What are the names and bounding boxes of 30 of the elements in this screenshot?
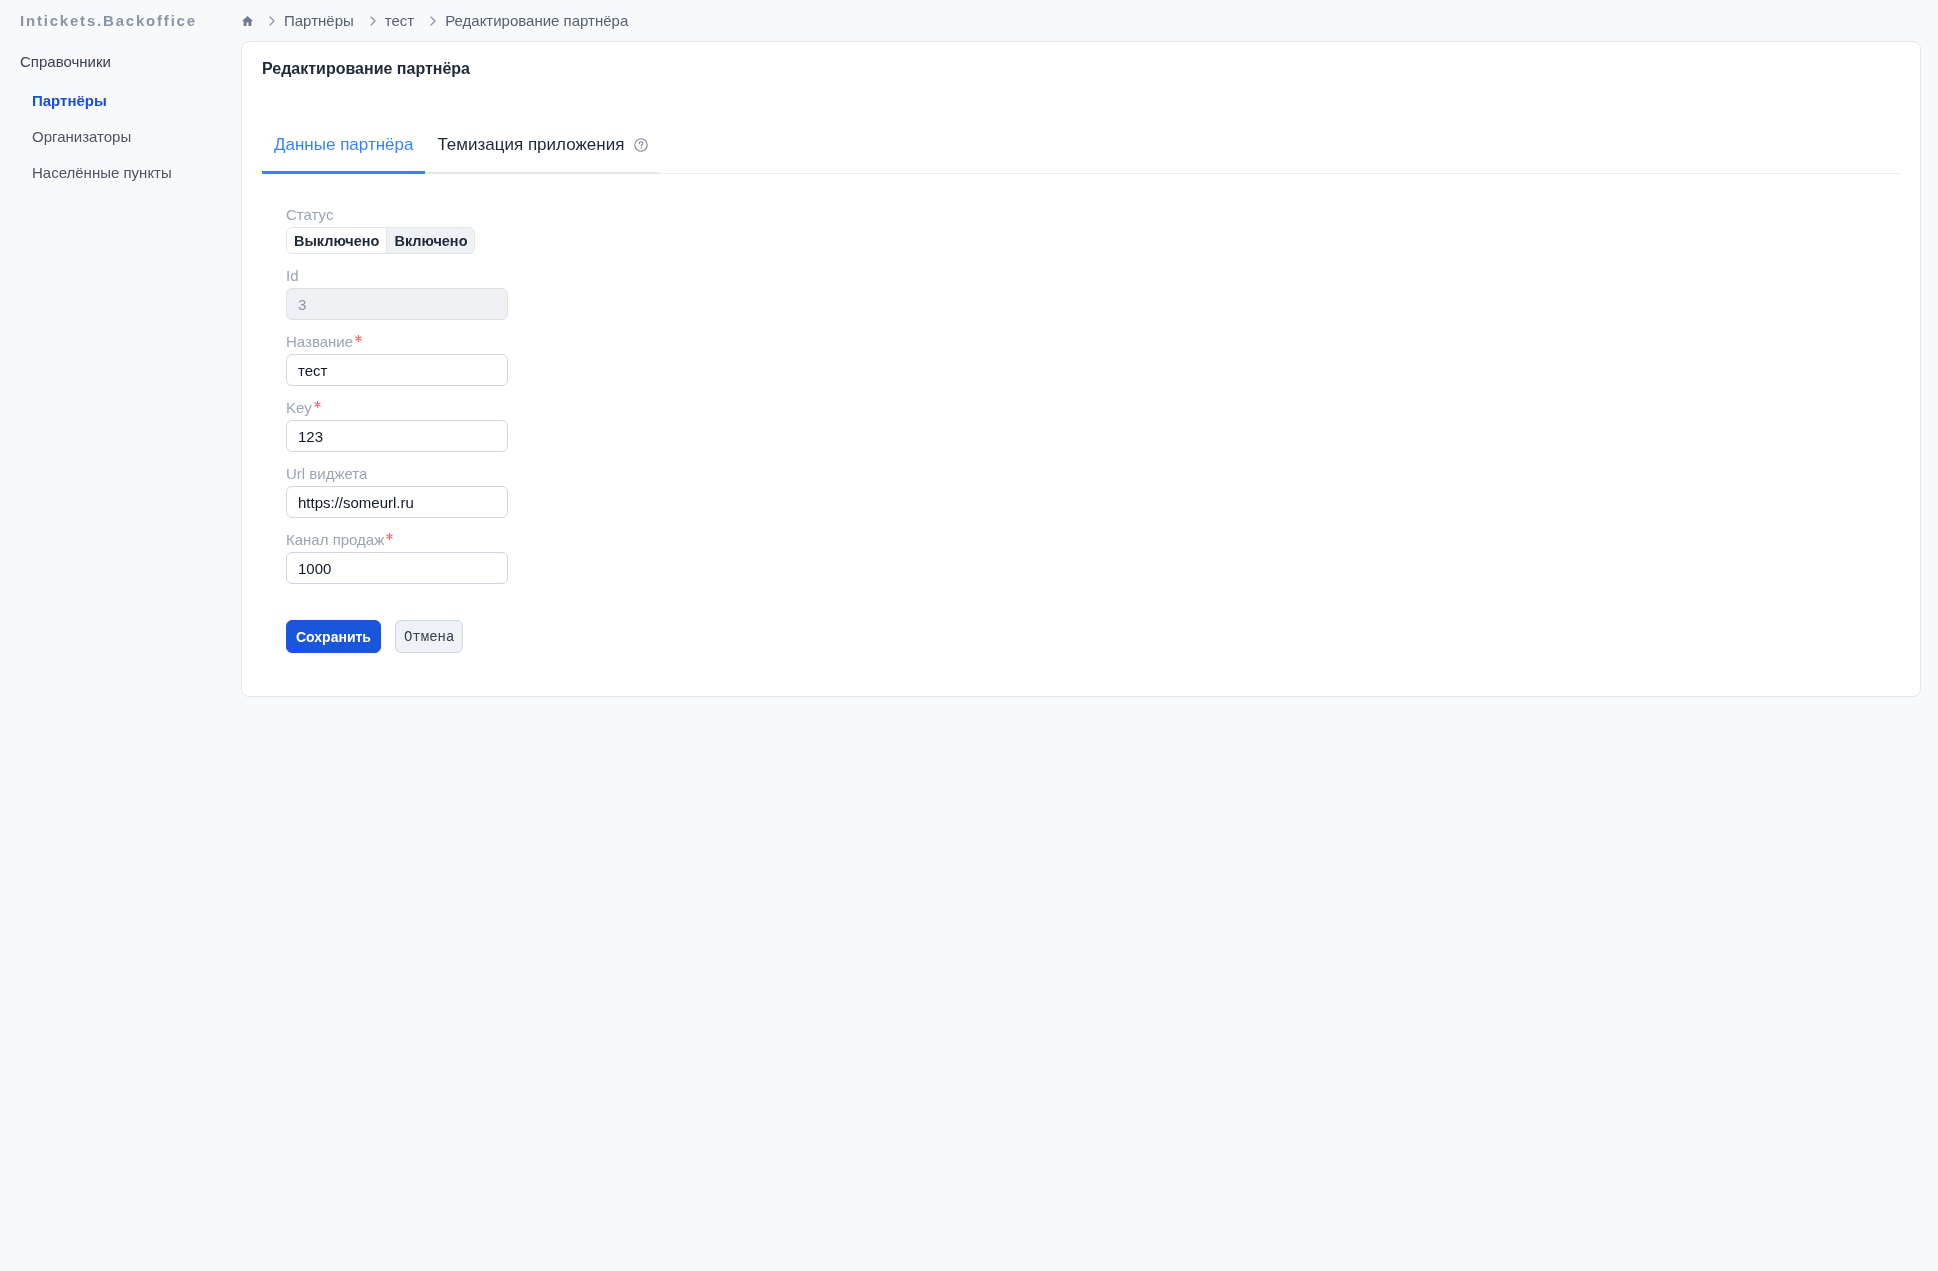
- tab[interactable]: Темизация приложения: [425, 122, 661, 174]
- home-icon[interactable]: [242, 15, 253, 26]
- field-label: Название: [286, 333, 354, 351]
- text-input[interactable]: тест: [286, 354, 508, 386]
- chevron-right-icon: [430, 15, 437, 26]
- field-label: Канал продаж: [286, 531, 385, 549]
- sidebar-item[interactable]: Партнёры: [20, 83, 119, 119]
- chevron-right-icon: [269, 15, 275, 26]
- breadcrumb-link[interactable]: Редактирование партнёра: [445, 11, 629, 30]
- field-label: Url виджета: [286, 465, 368, 483]
- field-label: Key: [286, 399, 312, 417]
- text-input[interactable]: https://someurl.ru: [286, 486, 508, 518]
- sidebar-item[interactable]: Организаторы: [20, 119, 144, 155]
- chevron-right-icon: [369, 15, 376, 26]
- breadcrumb-link[interactable]: тест: [384, 11, 415, 30]
- sidebar-section-title: Справочники: [20, 52, 111, 72]
- card-title: Редактирование партнёра: [262, 59, 471, 79]
- tab[interactable]: Данные партнёра: [262, 122, 426, 174]
- segmented-option[interactable]: Включено: [387, 228, 475, 253]
- app-logo: Intickets.Backoffice: [20, 11, 197, 30]
- save-button[interactable]: Сохранить: [286, 620, 381, 653]
- text-input[interactable]: 123: [286, 420, 508, 452]
- field-label: Статус: [286, 206, 334, 224]
- segmented-option[interactable]: Выключено: [287, 228, 388, 253]
- help-icon[interactable]: [634, 138, 649, 152]
- cancel-button[interactable]: Отмена: [394, 620, 464, 653]
- field-label: Id: [286, 267, 299, 285]
- sidebar-item[interactable]: Населённые пункты: [20, 155, 184, 191]
- text-input[interactable]: 1000: [286, 552, 508, 584]
- breadcrumb-link[interactable]: Партнёры: [284, 11, 354, 30]
